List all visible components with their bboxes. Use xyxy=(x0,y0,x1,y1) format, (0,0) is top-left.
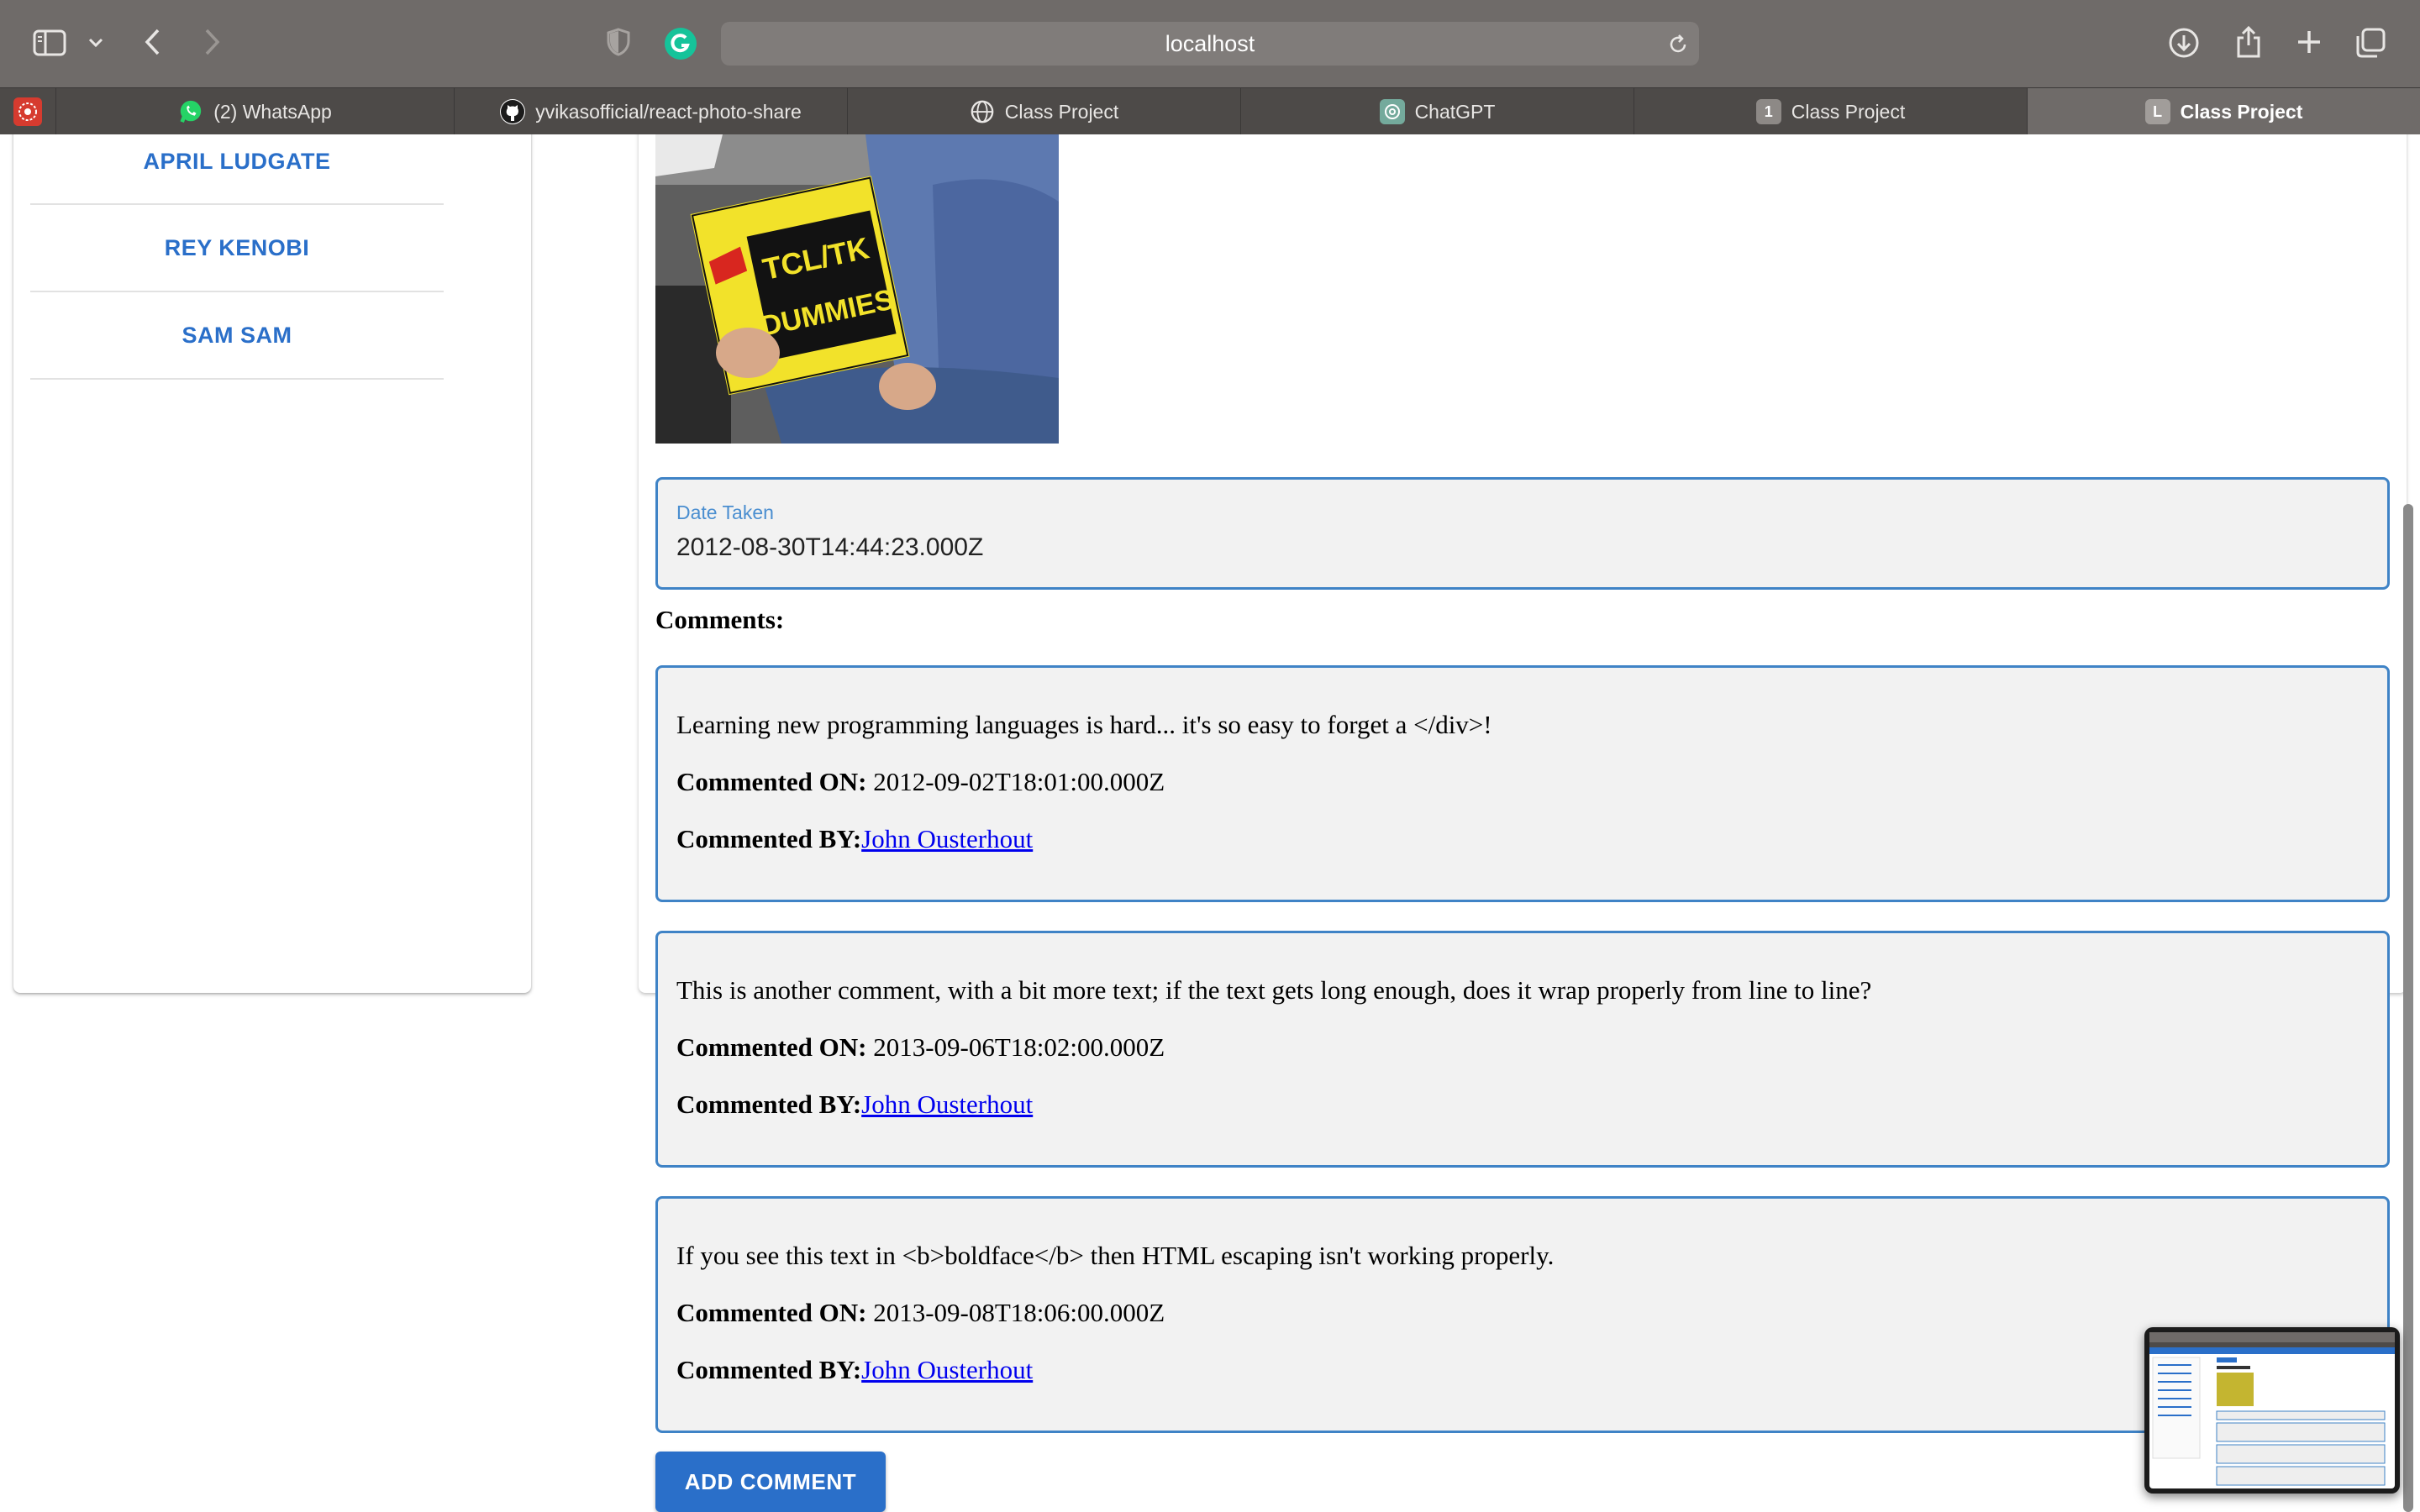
commented-on-label: Commented ON: xyxy=(676,1298,867,1327)
tab-label: (2) WhatsApp xyxy=(213,100,332,123)
date-taken-label: Date Taken xyxy=(676,501,774,523)
add-comment-button[interactable]: ADD COMMENT xyxy=(655,1452,886,1512)
tab-bar: (2) WhatsApp yvikasofficial/react-photo-… xyxy=(0,87,2420,135)
comment-author-link[interactable]: John Ousterhout xyxy=(861,824,1033,853)
page-content: APRIL LUDGATE REY KENOBI SAM SAM TCL/TK … xyxy=(0,134,2420,1512)
reload-icon[interactable] xyxy=(1665,32,1691,57)
new-tab-icon[interactable] xyxy=(2292,25,2326,59)
tab-label: Class Project xyxy=(1791,100,1906,123)
tab-label: ChatGPT xyxy=(1414,100,1496,123)
whatsapp-icon xyxy=(178,99,203,124)
scrollbar[interactable] xyxy=(2403,504,2413,1512)
browser-toolbar: localhost xyxy=(0,0,2420,87)
user-list-item[interactable]: REY KENOBI xyxy=(30,205,444,292)
commented-by-label: Commented BY: xyxy=(676,824,862,853)
commented-on-label: Commented ON: xyxy=(676,1032,867,1062)
tab-pinned-app[interactable] xyxy=(0,88,55,135)
comment-text: This is another comment, with a bit more… xyxy=(676,975,1872,1005)
comment-date-row: Commented ON: 2012-09-02T18:01:00.000Z xyxy=(676,767,1165,797)
commented-by-label: Commented BY: xyxy=(676,1355,862,1384)
comment-date-row: Commented ON: 2013-09-06T18:02:00.000Z xyxy=(676,1032,1165,1063)
user-photo: TCL/TK DUMMIES xyxy=(655,134,1059,444)
user-list-sidebar: APRIL LUDGATE REY KENOBI SAM SAM xyxy=(13,134,531,993)
tab-label: Class Project xyxy=(2180,100,2303,123)
numbered-favicon: 1 xyxy=(1755,99,1781,124)
date-taken-value[interactable]: 2012-08-30T14:44:23.000Z xyxy=(676,533,983,562)
downloads-icon[interactable] xyxy=(2166,25,2202,60)
tab-label: Class Project xyxy=(1004,100,1119,123)
tab-chatgpt[interactable]: ChatGPT xyxy=(1240,88,1634,135)
comment-date: 2013-09-06T18:02:00.000Z xyxy=(873,1032,1165,1062)
tab-overview-icon[interactable] xyxy=(2353,25,2388,60)
comment-card: Learning new programming languages is ha… xyxy=(655,665,2390,902)
github-icon xyxy=(500,99,526,124)
url-text[interactable]: localhost xyxy=(721,22,1699,66)
comment-date: 2013-09-08T18:06:00.000Z xyxy=(873,1298,1165,1327)
comment-author-row: Commented BY:John Ousterhout xyxy=(676,1089,1033,1120)
commented-by-label: Commented BY: xyxy=(676,1089,862,1119)
tab-class-project-1[interactable]: Class Project xyxy=(847,88,1240,135)
privacy-shield-icon[interactable] xyxy=(603,25,634,59)
forward-icon[interactable] xyxy=(197,25,227,59)
app-icon xyxy=(13,97,42,126)
chevron-down-icon[interactable] xyxy=(84,30,108,55)
comments-heading: Comments: xyxy=(655,605,785,634)
comment-author-row: Commented BY:John Ousterhout xyxy=(676,1355,1033,1385)
comment-date-row: Commented ON: 2013-09-08T18:06:00.000Z xyxy=(676,1298,1165,1328)
comment-card: This is another comment, with a bit more… xyxy=(655,931,2390,1168)
sidebar-toggle-icon[interactable] xyxy=(32,27,67,59)
comment-card: If you see this text in <b>boldface</b> … xyxy=(655,1196,2390,1433)
tab-class-project-2[interactable]: 1 Class Project xyxy=(1634,88,2027,135)
comment-text: If you see this text in <b>boldface</b> … xyxy=(676,1241,1555,1270)
comment-author-row: Commented BY:John Ousterhout xyxy=(676,824,1033,854)
globe-icon xyxy=(970,99,995,124)
letter-favicon: L xyxy=(2144,99,2170,124)
tab-label: yvikasofficial/react-photo-share xyxy=(535,100,802,123)
screenshot-thumbnail[interactable] xyxy=(2144,1327,2400,1494)
tab-class-project-active[interactable]: L Class Project xyxy=(2027,88,2420,135)
grammarly-icon[interactable] xyxy=(664,27,697,60)
user-list-item[interactable]: APRIL LUDGATE xyxy=(30,134,444,205)
tab-github[interactable]: yvikasofficial/react-photo-share xyxy=(454,88,847,135)
date-taken-field[interactable]: Date Taken 2012-08-30T14:44:23.000Z xyxy=(655,477,2390,590)
comment-author-link[interactable]: John Ousterhout xyxy=(861,1355,1033,1384)
share-icon[interactable] xyxy=(2232,24,2265,60)
commented-on-label: Commented ON: xyxy=(676,767,867,796)
comment-author-link[interactable]: John Ousterhout xyxy=(861,1089,1033,1119)
tab-whatsapp[interactable]: (2) WhatsApp xyxy=(55,88,454,135)
user-list-item[interactable]: SAM SAM xyxy=(30,292,444,380)
chatgpt-icon xyxy=(1379,99,1405,124)
address-bar[interactable]: localhost xyxy=(721,22,1699,66)
back-icon[interactable] xyxy=(138,25,168,59)
comment-text: Learning new programming languages is ha… xyxy=(676,710,1492,739)
comment-date: 2012-09-02T18:01:00.000Z xyxy=(873,767,1165,796)
